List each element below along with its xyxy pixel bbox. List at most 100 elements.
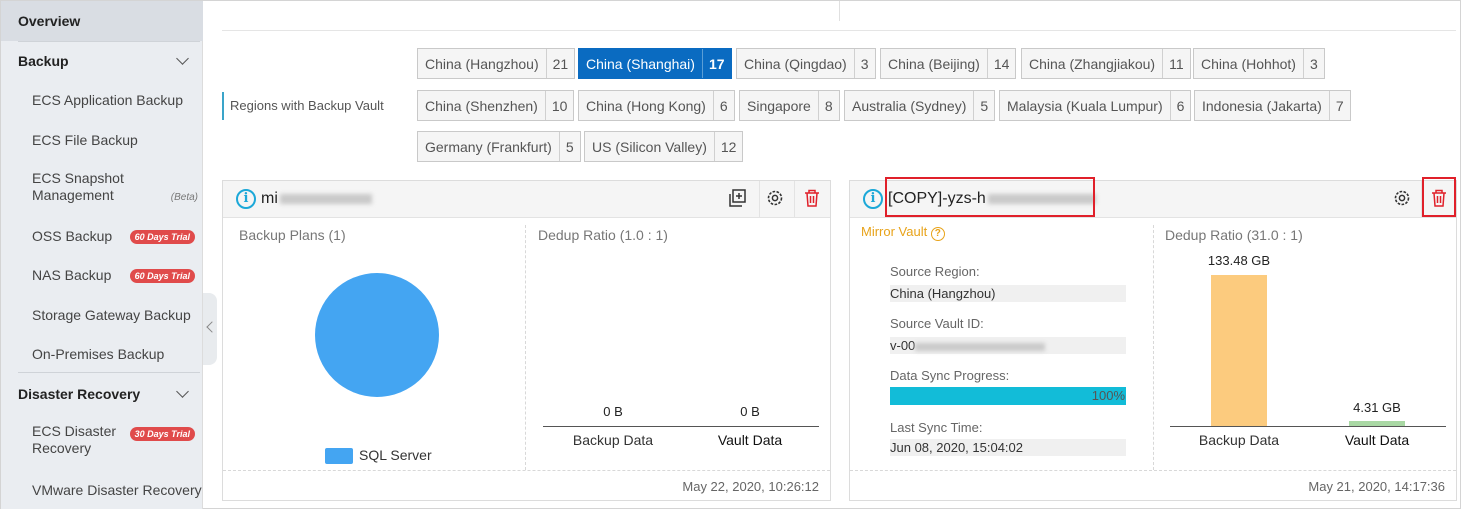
region-chip[interactable]: Germany (Frankfurt) 5 (417, 131, 581, 162)
trial-badge: 30 Days Trial (129, 427, 195, 441)
region-chip[interactable]: China (Qingdao) 3 (736, 48, 876, 79)
sidebar-section-backup[interactable]: Backup (1, 49, 203, 73)
gear-icon[interactable] (1391, 187, 1413, 209)
timestamp: May 21, 2020, 14:17:36 (1308, 479, 1445, 494)
trash-icon[interactable] (801, 187, 823, 209)
backup-plans-title: Backup Plans (1) (239, 227, 346, 243)
region-chip[interactable]: China (Beijing) 14 (880, 48, 1017, 79)
region-count: 3 (853, 49, 875, 78)
trial-badge: 60 Days Trial (129, 230, 195, 244)
category-label: Backup Data (1198, 432, 1280, 448)
source-vault-value: v-00 (890, 337, 1126, 354)
region-chip[interactable]: China (Zhangjiakou) 11 (1021, 48, 1191, 79)
legend-label: SQL Server (359, 447, 432, 463)
sidebar-item-on-premises-backup[interactable]: On-Premises Backup (1, 344, 203, 364)
copy-add-icon[interactable] (727, 187, 749, 209)
region-name: China (Hong Kong) (586, 97, 706, 114)
region-chip[interactable]: China (Hong Kong) 6 (578, 90, 735, 121)
backup-plans-pie-chart (315, 273, 439, 397)
last-sync-label: Last Sync Time: (890, 420, 983, 435)
timestamp: May 22, 2020, 10:26:12 (682, 479, 819, 494)
region-name: Singapore (747, 97, 811, 114)
source-vault-label: Source Vault ID: (890, 316, 984, 331)
region-count: 21 (545, 49, 575, 78)
sidebar-item-label: ECS Disaster Recovery (32, 423, 117, 456)
sidebar-item-overview[interactable]: Overview (1, 1, 203, 41)
info-icon[interactable]: i (236, 189, 256, 209)
sidebar-item-storage-gateway-backup[interactable]: Storage Gateway Backup (1, 305, 203, 325)
bar-value-label: 133.48 GB (1207, 253, 1271, 268)
divider (18, 372, 200, 373)
bar-value-label: 4.31 GB (1353, 400, 1401, 415)
sidebar-item-oss-backup[interactable]: OSS Backup 60 Days Trial (1, 226, 203, 246)
region-chip[interactable]: US (Silicon Valley) 12 (584, 131, 744, 162)
sidebar-item-label: ECS Snapshot Management (32, 170, 124, 203)
region-chip[interactable]: Singapore 8 (739, 90, 840, 121)
sidebar-item-ecs-disaster-recovery[interactable]: ECS Disaster Recovery 30 Days Trial (1, 423, 203, 459)
sidebar-item-nas-backup[interactable]: NAS Backup 60 Days Trial (1, 265, 203, 285)
divider (1153, 225, 1154, 470)
redacted-text (279, 193, 372, 204)
mirror-vault-text: Mirror Vault (861, 224, 928, 239)
sidebar-item-ecs-snapshot[interactable]: ECS Snapshot Management (Beta) (1, 170, 203, 206)
region-chip[interactable]: China (Hohhot) 3 (1193, 48, 1325, 79)
beta-tag: (Beta) (170, 192, 198, 203)
region-count: 7 (1328, 91, 1350, 120)
bar-value-label: 0 B (603, 404, 623, 419)
category-label: Backup Data (572, 432, 654, 448)
sync-progress-bar: 100% (890, 387, 1126, 405)
last-sync-value: Jun 08, 2020, 15:04:02 (890, 439, 1126, 456)
redacted-text (915, 342, 1046, 351)
sidebar-item-ecs-application-backup[interactable]: ECS Application Backup (1, 90, 203, 110)
source-region-label: Source Region: (890, 264, 980, 279)
regions-label: Regions with Backup Vault (222, 92, 384, 120)
region-count: 14 (986, 49, 1016, 78)
divider (759, 181, 760, 218)
region-name: Malaysia (Kuala Lumpur) (1007, 97, 1163, 114)
region-count: 8 (817, 91, 839, 120)
trial-badge: 60 Days Trial (129, 269, 195, 283)
region-name: China (Hangzhou) (425, 55, 539, 72)
region-chip[interactable]: China (Shenzhen) 10 (417, 90, 575, 121)
sync-progress-label: Data Sync Progress: (890, 368, 1010, 383)
legend-swatch (325, 448, 353, 464)
vault-name-text: mi (261, 190, 278, 207)
region-name: China (Beijing) (888, 55, 980, 72)
gear-icon[interactable] (764, 187, 786, 209)
region-chip[interactable]: Australia (Sydney) 5 (844, 90, 996, 121)
sidebar-item-ecs-file-backup[interactable]: ECS File Backup (1, 130, 203, 150)
sync-progress-text: 100% (1091, 388, 1125, 403)
pie-slice-sql-server (315, 273, 439, 397)
sidebar-section-label: Disaster Recovery (18, 386, 141, 402)
divider (18, 41, 200, 42)
region-count: 3 (1302, 49, 1324, 78)
dedup-ratio-title: Dedup Ratio (1.0 : 1) (538, 227, 668, 243)
region-name: Indonesia (Jakarta) (1202, 97, 1322, 114)
sidebar-collapse-handle[interactable] (203, 293, 217, 365)
source-vault-text: v-00 (890, 338, 916, 353)
region-count: 11 (1162, 49, 1190, 78)
sidebar-item-label: NAS Backup (32, 267, 112, 283)
region-count: 17 (701, 49, 731, 78)
region-name: China (Shenzhen) (425, 97, 538, 114)
x-axis (1170, 426, 1446, 427)
region-chip[interactable]: Indonesia (Jakarta) 7 (1194, 90, 1351, 121)
region-chip[interactable]: China (Hangzhou) 21 (417, 48, 576, 79)
divider (794, 181, 795, 218)
divider (223, 470, 830, 471)
bar-value-label: 0 B (740, 404, 760, 419)
highlight-box (1422, 177, 1456, 217)
region-chip[interactable]: Malaysia (Kuala Lumpur) 6 (999, 90, 1192, 121)
info-icon[interactable]: i (863, 189, 883, 209)
source-region-value: China (Hangzhou) (890, 285, 1126, 302)
help-icon[interactable]: ? (930, 227, 945, 241)
divider (222, 30, 1456, 31)
region-chip-selected[interactable]: China (Shanghai) 17 (578, 48, 732, 79)
region-count: 5 (973, 91, 994, 120)
region-name: Australia (Sydney) (852, 97, 967, 114)
sidebar-section-disaster-recovery[interactable]: Disaster Recovery (1, 382, 203, 406)
highlight-box (885, 177, 1095, 217)
sidebar-item-vmware-disaster-recovery[interactable]: VMware Disaster Recovery (1, 480, 203, 500)
dedup-ratio-title: Dedup Ratio (31.0 : 1) (1165, 227, 1303, 243)
region-name: China (Hohhot) (1201, 55, 1296, 72)
